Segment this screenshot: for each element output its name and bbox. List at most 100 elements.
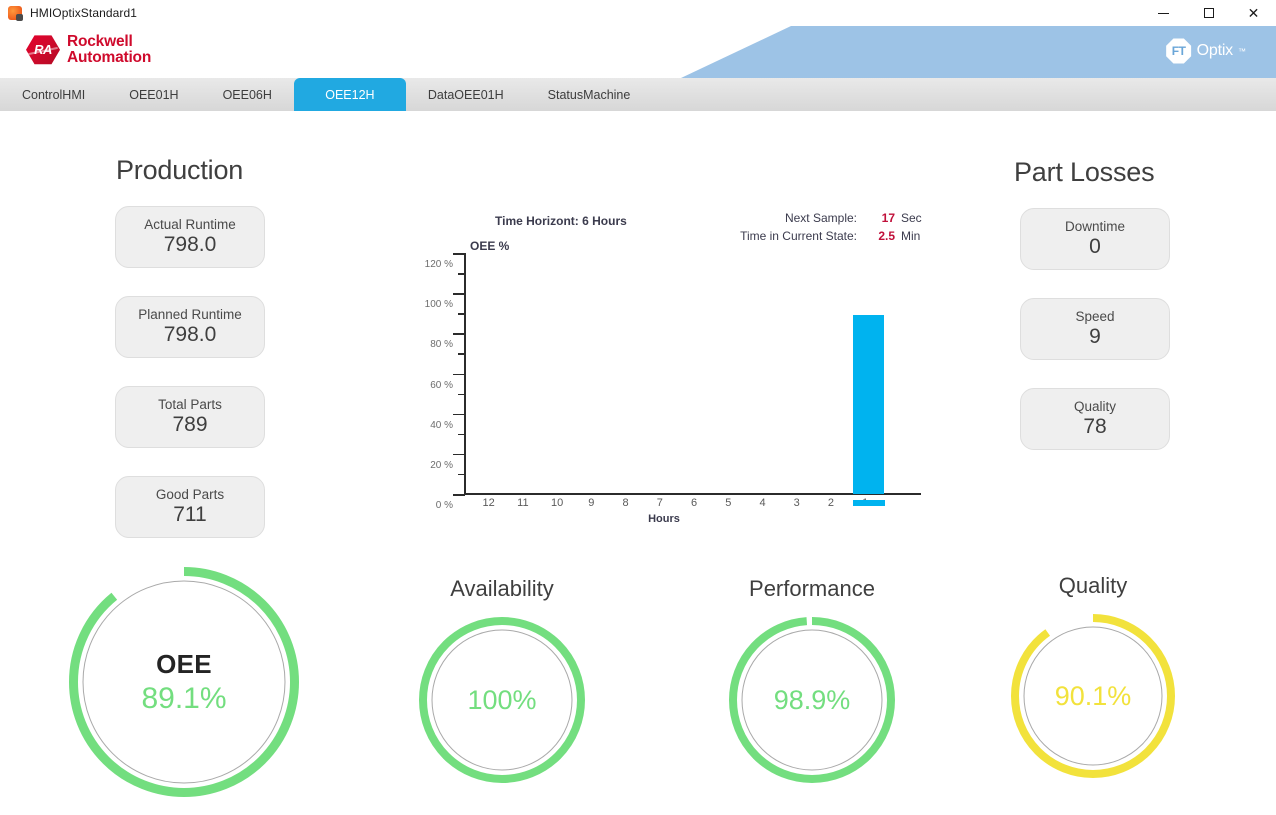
window-title: HMIOptixStandard1 bbox=[30, 6, 138, 20]
tab-label: OEE06H bbox=[222, 87, 272, 102]
tab-oee12h[interactable]: OEE12H bbox=[293, 78, 406, 111]
chart-y-minor-tickmark bbox=[458, 273, 465, 275]
product-name: Optix bbox=[1196, 42, 1234, 59]
chart-y-minor-tickmark bbox=[458, 433, 465, 436]
chart-x-tick-label: 5 bbox=[725, 497, 732, 509]
app-icon bbox=[8, 6, 23, 21]
chart-x-tick-label: 12 bbox=[482, 497, 495, 509]
stat-card-actual-runtime: Actual Runtime 798.0 bbox=[115, 206, 265, 268]
gauge-quality: Quality 90.1% bbox=[1010, 573, 1176, 779]
chart-y-tick-label: 100 % bbox=[424, 299, 453, 311]
chart-y-tickmark bbox=[453, 333, 465, 335]
stat-card-value: 711 bbox=[173, 503, 207, 526]
chart-y-tick-group: 0 % 20 % 40 % 60 % 80 % 100 % 120 % bbox=[415, 253, 453, 511]
tab-label: StatusMachine bbox=[547, 87, 631, 102]
maximize-button[interactable] bbox=[1186, 0, 1231, 26]
stat-card-good-parts: Good Parts 711 bbox=[115, 476, 265, 538]
stat-card-speed: Speed 9 bbox=[1020, 298, 1170, 360]
gauge-title: Quality bbox=[1058, 573, 1128, 598]
chart-x-tick-label: 10 bbox=[550, 497, 564, 509]
navigation-tab-bar: ControlHMI OEE01H OEE06H OEE12H DataOEE01H St… bbox=[0, 78, 1276, 111]
maximize-icon bbox=[1203, 8, 1214, 18]
chart-y-tick-label: 120 % bbox=[424, 259, 453, 270]
brand-line-1: Rockwell bbox=[67, 33, 133, 50]
chart-x-tick-label: 6 bbox=[690, 497, 698, 509]
chart-y-tickmark bbox=[453, 373, 465, 375]
stat-card-value: 78 bbox=[1083, 415, 1107, 438]
stat-card-label: Downtime bbox=[1064, 219, 1126, 234]
rockwell-automation-logo: RA Rockwell Automation bbox=[26, 34, 151, 66]
close-icon: ✕ bbox=[1247, 5, 1260, 21]
chart-x-tick-label: 11 bbox=[517, 497, 529, 509]
part-losses-section-title: Part Losses bbox=[1014, 157, 1155, 187]
chart-legend-swatch bbox=[853, 500, 885, 506]
gauge-availability: Availability 100% bbox=[418, 576, 586, 784]
tab-label: OEE12H bbox=[325, 87, 375, 102]
chart-bar-current bbox=[853, 315, 884, 494]
chart-x-tick-label: 2 bbox=[827, 497, 835, 509]
next-sample-value: 17 bbox=[881, 211, 895, 225]
chart-x-tick-label: 8 bbox=[622, 497, 629, 509]
next-sample-label: Next Sample: bbox=[784, 211, 857, 225]
stat-card-total-parts: Total Parts 789 bbox=[115, 386, 265, 448]
gauge-performance: Performance 98.9% bbox=[728, 576, 896, 784]
stat-card-label: Planned Runtime bbox=[138, 307, 242, 322]
tab-oee06h[interactable]: OEE06H bbox=[201, 78, 294, 111]
stat-card-planned-runtime: Planned Runtime 798.0 bbox=[115, 296, 265, 358]
stat-card-label: Speed bbox=[1075, 309, 1115, 324]
window-title-bar: HMIOptixStandard1 ✕ bbox=[0, 0, 1276, 26]
gauge-oee: OEE 89.1% bbox=[68, 566, 300, 798]
stat-card-value: 798.0 bbox=[163, 233, 217, 256]
gauge-ring-icon bbox=[729, 617, 895, 783]
stat-card-quality: Quality 78 bbox=[1020, 388, 1170, 450]
chart-y-minor-tickmark bbox=[458, 473, 465, 476]
chart-y-tick-label: 40 % bbox=[430, 419, 453, 431]
chart-y-minor-tickmark bbox=[458, 393, 465, 396]
tab-oee01h[interactable]: OEE01H bbox=[107, 78, 200, 111]
chart-y-tickmark bbox=[453, 453, 465, 456]
stat-card-value: 798.0 bbox=[163, 323, 217, 346]
rockwell-badge-text: RA bbox=[34, 42, 52, 58]
rockwell-badge-icon: RA bbox=[26, 35, 60, 65]
stat-card-value: 9 bbox=[1089, 325, 1101, 348]
stat-card-value: 789 bbox=[172, 413, 208, 436]
sample-status-readout: Next Sample: 17 Sec Time in Current Stat… bbox=[715, 211, 935, 243]
chart-x-tick-label: 3 bbox=[793, 497, 800, 509]
stat-card-downtime: Downtime 0 bbox=[1020, 208, 1170, 270]
tab-label: DataOEE01H bbox=[427, 87, 504, 102]
chart-y-tick-label: 0 % bbox=[435, 500, 453, 511]
chart-time-horizon-label: Time Horizont: 6 Hours bbox=[495, 214, 627, 228]
chart-x-tick-label: 4 bbox=[759, 497, 766, 509]
chart-y-tickmark bbox=[453, 293, 465, 295]
stat-card-label: Actual Runtime bbox=[144, 217, 236, 232]
gauge-ring-icon bbox=[1011, 614, 1175, 778]
tab-label: OEE01H bbox=[129, 87, 179, 102]
rockwell-wordmark: Rockwell Automation bbox=[67, 34, 151, 66]
close-button[interactable]: ✕ bbox=[1231, 0, 1276, 26]
oee-trend-chart: Time Horizont: 6 Hours OEE % Next Sample… bbox=[415, 206, 935, 536]
gauge-ring-icon bbox=[69, 567, 299, 797]
gauge-title: Performance bbox=[749, 576, 875, 601]
tab-dataoee01h[interactable]: DataOEE01H bbox=[406, 78, 526, 111]
chart-y-tick-label: 80 % bbox=[430, 339, 453, 351]
chart-x-tick-label: 9 bbox=[588, 497, 595, 509]
ft-optix-logo: FT Optix ™ bbox=[1166, 38, 1246, 64]
production-section-title: Production bbox=[116, 155, 244, 185]
brand-header: RA Rockwell Automation FT Optix ™ bbox=[0, 26, 1276, 78]
gauge-title: Availability bbox=[450, 576, 554, 601]
stat-card-label: Good Parts bbox=[155, 487, 225, 502]
application-window: HMIOptixStandard1 ✕ RA Rockwell Automati… bbox=[0, 0, 1276, 815]
tab-statusmachine[interactable]: StatusMachine bbox=[526, 78, 653, 111]
main-content: Production Actual Runtime 798.0 Planned Ru… bbox=[0, 111, 1276, 815]
stat-card-value: 0 bbox=[1089, 235, 1101, 258]
minimize-button[interactable] bbox=[1141, 0, 1186, 26]
minimize-icon bbox=[1158, 12, 1169, 14]
window-controls: ✕ bbox=[1141, 0, 1276, 26]
tab-label: ControlHMI bbox=[22, 87, 86, 102]
next-sample-unit: Sec bbox=[901, 211, 922, 225]
tab-controlhmi[interactable]: ControlHMI bbox=[0, 78, 107, 111]
chart-plot-area: 0 % 20 % 40 % 60 % 80 % 100 % 120 % 12 11 10 9 8 7 6… bbox=[415, 241, 935, 525]
trademark-symbol: ™ bbox=[1238, 46, 1246, 56]
chart-x-tick-label: 7 bbox=[656, 497, 663, 509]
brand-line-2: Automation bbox=[67, 48, 152, 66]
